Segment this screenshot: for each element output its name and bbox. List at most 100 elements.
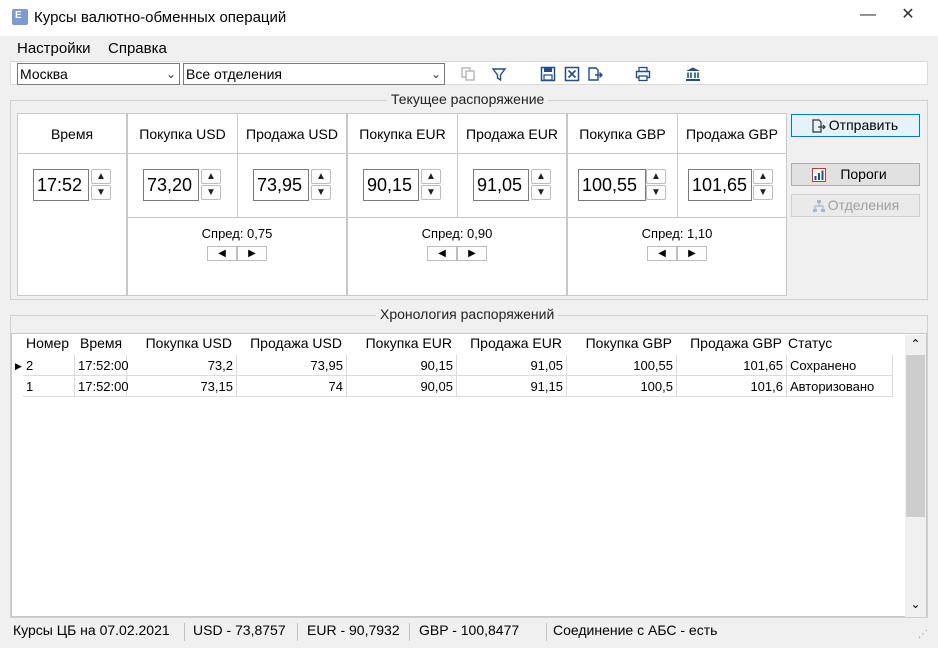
gbp-spread-prev-button[interactable]: ◀ [647,246,677,261]
chevron-down-icon: ⌄ [430,67,441,81]
hierarchy-icon [813,200,825,212]
gbp-buy-up-button[interactable]: ▲ [646,169,666,184]
usd-sell-up-button[interactable]: ▲ [311,169,331,184]
eur-buy-down-button[interactable]: ▼ [421,185,441,200]
gbp-spread-next-button[interactable]: ▶ [677,246,707,261]
col-eur-sell[interactable]: Продажа EUR [458,335,562,355]
close-button[interactable]: ✕ [896,4,920,28]
col-time[interactable]: Время [80,335,122,355]
table-row-gbp-sell[interactable]: 101,6 [677,376,787,397]
gbp-sell-up-button[interactable]: ▲ [753,169,773,184]
usd-sell-down-button[interactable]: ▼ [311,185,331,200]
chevron-down-icon[interactable]: ⌄ [905,597,926,611]
usd-buy-input[interactable]: 73,20 [143,169,199,201]
table-row-eur-buy[interactable]: 90,15 [347,355,457,376]
eur-sell-input[interactable]: 91,05 [473,169,529,201]
col-usd-buy[interactable]: Покупка USD [128,335,232,355]
city-select-value: Москва [20,66,68,82]
table-row-eur-sell[interactable]: 91,05 [457,355,567,376]
copy-icon[interactable] [460,66,476,82]
thresholds-button[interactable]: Пороги [791,163,920,186]
usd-buy-up-button[interactable]: ▲ [201,169,221,184]
branch-select[interactable]: Все отделения ⌄ [183,63,445,85]
chart-icon [812,168,826,182]
print-icon[interactable] [635,66,651,82]
usd-spread-prev-button[interactable]: ◀ [207,246,237,261]
usd-sell-input[interactable]: 73,95 [253,169,309,201]
table-row-gbp-buy[interactable]: 100,5 [567,376,677,397]
table-row-usd-buy[interactable]: 73,15 [127,376,237,397]
usd-buy-stepper: ▲ ▼ [201,169,221,201]
table-row-eur-buy[interactable]: 90,05 [347,376,457,397]
table-row-time[interactable]: 17:52:00 [75,376,129,397]
send-icon [812,119,826,133]
history-title: Хронология распоряжений [376,306,559,322]
vertical-scrollbar[interactable]: ⌃ ⌄ [905,335,926,617]
eur-panel: Покупка EUR Продажа EUR 90,15 ▲ ▼ 91,05 … [347,113,567,296]
table-row-gbp-buy[interactable]: 100,55 [567,355,677,376]
time-down-button[interactable]: ▼ [91,185,111,200]
chevron-up-icon[interactable]: ⌃ [905,337,926,351]
table-row-usd-buy[interactable]: 73,2 [127,355,237,376]
bank-icon[interactable] [685,66,701,82]
gbp-spread: Спред: 1,10 [641,226,713,241]
col-status[interactable]: Статус [788,335,832,355]
table-row-time[interactable]: 17:52:00 [75,355,129,376]
eur-spread-next-button[interactable]: ▶ [457,246,487,261]
table-row-eur-sell[interactable]: 91,15 [457,376,567,397]
usd-sell-stepper: ▲ ▼ [311,169,331,201]
thresholds-button-label: Пороги [840,166,887,182]
usd-buy-down-button[interactable]: ▼ [201,185,221,200]
col-eur-buy[interactable]: Покупка EUR [348,335,452,355]
city-select[interactable]: Москва ⌄ [17,63,180,85]
status-eur-rate: EUR - 90,7932 [307,622,400,638]
branches-button[interactable]: Отделения [791,194,920,217]
col-number[interactable]: Номер [26,335,69,355]
eur-spread-prev-button[interactable]: ◀ [427,246,457,261]
table-row-status[interactable]: Авторизовано [787,376,893,397]
eur-sell-label: Продажа EUR [466,126,558,142]
save-icon[interactable] [540,66,556,82]
minimize-button[interactable]: — [856,4,880,28]
history-table: Номер Время Покупка USD Продажа USD Поку… [11,333,927,617]
eur-buy-input[interactable]: 90,15 [363,169,419,201]
scroll-thumb[interactable] [906,355,925,517]
status-cb-date: Курсы ЦБ на 07.02.2021 [13,622,170,638]
status-usd-rate: USD - 73,8757 [193,622,286,638]
gbp-sell-label: Продажа GBP [686,126,778,142]
resize-grip-icon[interactable]: ⋰ [918,629,928,640]
table-row-number[interactable]: 1 [23,376,75,397]
excel-export-icon[interactable] [564,66,580,82]
title-bar: Курсы валютно-обменных операций — ✕ [0,0,938,36]
eur-sell-up-button[interactable]: ▲ [531,169,551,184]
status-gbp-rate: GBP - 100,8477 [419,622,520,638]
table-row-number[interactable]: 2 [23,355,75,376]
gbp-sell-down-button[interactable]: ▼ [753,185,773,200]
table-row-gbp-sell[interactable]: 101,65 [677,355,787,376]
gbp-buy-label: Покупка GBP [579,126,666,142]
gbp-buy-down-button[interactable]: ▼ [646,185,666,200]
col-gbp-sell[interactable]: Продажа GBP [678,335,782,355]
col-usd-sell[interactable]: Продажа USD [238,335,342,355]
gbp-buy-input[interactable]: 100,55 [578,169,646,201]
usd-panel: Покупка USD Продажа USD 73,20 ▲ ▼ 73,95 … [127,113,347,296]
table-row-status[interactable]: Сохранено [787,355,893,376]
col-gbp-buy[interactable]: Покупка GBP [568,335,672,355]
eur-buy-up-button[interactable]: ▲ [421,169,441,184]
time-input[interactable]: 17:52 [33,169,89,201]
menu-settings[interactable]: Настройки [17,40,91,57]
table-row-usd-sell[interactable]: 74 [237,376,347,397]
branch-select-value: Все отделения [186,66,283,82]
filter-icon[interactable] [491,66,507,82]
table-row-usd-sell[interactable]: 73,95 [237,355,347,376]
eur-spread: Спред: 0,90 [421,226,493,241]
gbp-sell-input[interactable]: 101,65 [688,169,752,201]
usd-spread-next-button[interactable]: ▶ [237,246,267,261]
menu-help[interactable]: Справка [108,40,167,57]
send-button[interactable]: Отправить [791,114,920,137]
time-label: Время [50,126,94,142]
time-stepper: ▲ ▼ [91,169,111,201]
export-icon[interactable] [587,66,603,82]
time-up-button[interactable]: ▲ [91,169,111,184]
eur-sell-down-button[interactable]: ▼ [531,185,551,200]
